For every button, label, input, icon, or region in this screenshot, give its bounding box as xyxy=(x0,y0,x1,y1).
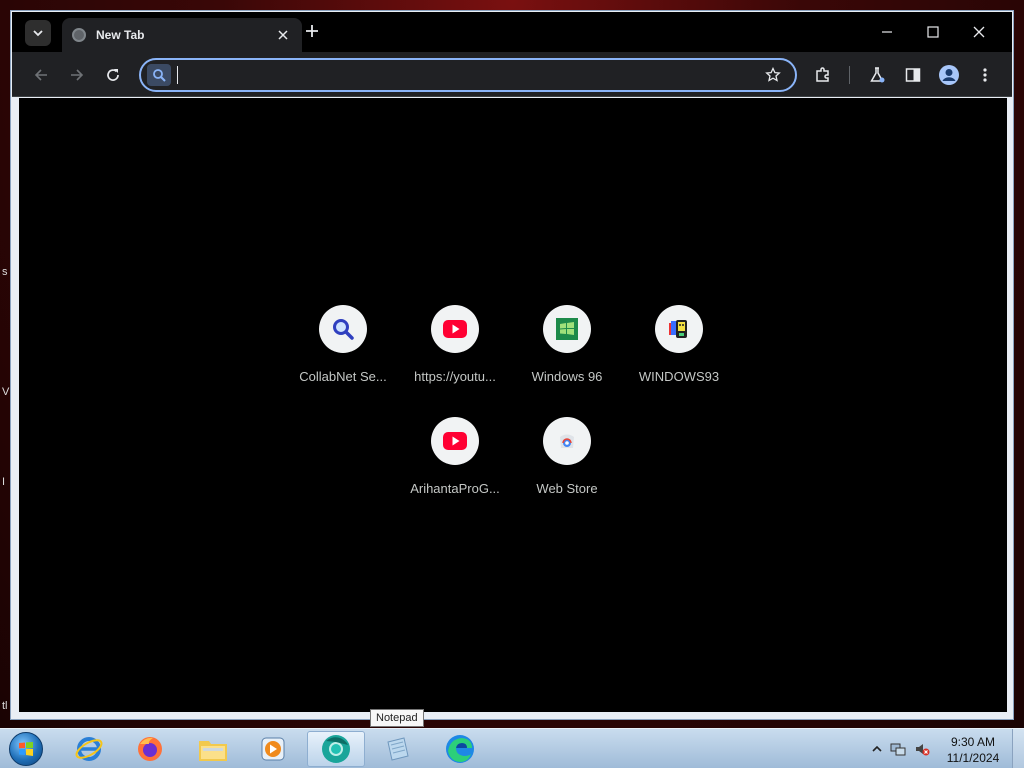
forward-button[interactable] xyxy=(64,62,90,88)
puzzle-icon xyxy=(816,67,829,82)
browser-toolbar xyxy=(12,52,1012,97)
windows-logo-icon xyxy=(9,732,43,766)
close-window-button[interactable] xyxy=(956,18,1002,46)
back-button[interactable] xyxy=(28,62,54,88)
shortcut-windows93[interactable]: WINDOWS93 xyxy=(623,303,735,403)
globe-icon xyxy=(72,28,86,42)
shortcut-tile xyxy=(319,305,367,353)
menu-button[interactable] xyxy=(972,62,998,88)
shortcut-label: ArihantaProG... xyxy=(410,481,500,496)
maximize-button[interactable] xyxy=(910,18,956,46)
clock-date: 11/1/2024 xyxy=(946,751,1000,765)
clock-time: 9:30 AM xyxy=(950,735,996,749)
text-cursor xyxy=(177,66,178,84)
star-icon xyxy=(765,67,781,82)
network-icon[interactable] xyxy=(890,741,906,757)
folder-icon xyxy=(199,741,227,761)
shortcut-label: WINDOWS93 xyxy=(638,369,720,384)
youtube-icon xyxy=(443,320,467,338)
avatar-icon xyxy=(939,65,959,85)
firefox-icon xyxy=(138,737,162,761)
new-tab-page: CollabNet Se... https://youtu... Windows… xyxy=(19,98,1007,712)
media-player-icon xyxy=(261,737,285,761)
shortcut-tile xyxy=(655,305,703,353)
minimize-icon xyxy=(882,31,892,33)
side-panel-button[interactable] xyxy=(900,62,926,88)
minimize-button[interactable] xyxy=(864,18,910,46)
shortcut-tile xyxy=(543,417,591,465)
shortcut-windows-96[interactable]: Windows 96 xyxy=(511,303,623,403)
taskbar-chrome-active[interactable] xyxy=(307,731,365,767)
desktop-edge-text: I xyxy=(2,476,6,488)
taskbar: 9:30 AM 11/1/2024 xyxy=(0,728,1024,768)
volume-muted-icon[interactable] xyxy=(914,741,930,757)
shortcut-tile xyxy=(431,417,479,465)
taskbar-edge[interactable] xyxy=(431,731,489,767)
tab-title: New Tab xyxy=(96,28,145,42)
toolbar-divider xyxy=(849,66,850,84)
taskbar-tooltip: Notepad xyxy=(370,709,424,727)
taskbar-notepad[interactable] xyxy=(368,731,426,767)
show-desktop-button[interactable] xyxy=(1012,729,1024,768)
taskbar-internet-explorer[interactable] xyxy=(60,731,118,767)
desktop-edge-text: tl xyxy=(2,700,8,712)
tab-new-tab[interactable]: New Tab xyxy=(62,18,302,52)
close-icon xyxy=(278,30,288,40)
address-bar[interactable] xyxy=(139,58,797,92)
desktop-edge-text: s xyxy=(2,266,8,278)
windows96-logo-icon xyxy=(556,318,578,340)
shortcut-label: https://youtu... xyxy=(414,369,496,384)
notepad-icon xyxy=(387,737,409,761)
desktop-edge-text: V xyxy=(2,386,10,398)
shortcut-arihantaprog[interactable]: ArihantaProG... xyxy=(399,415,511,515)
shortcut-web-store[interactable]: Web Store xyxy=(511,415,623,515)
browser-window: New Tab CollabNet Se... https://youtu...… xyxy=(10,10,1014,720)
kebab-menu-icon xyxy=(983,68,987,82)
arrow-left-icon xyxy=(34,69,47,81)
shortcut-youtube[interactable]: https://youtu... xyxy=(399,303,511,403)
reload-icon xyxy=(107,69,119,81)
labs-button[interactable] xyxy=(864,62,890,88)
profile-button[interactable] xyxy=(936,62,962,88)
side-panel-icon xyxy=(905,68,921,82)
taskbar-file-explorer[interactable] xyxy=(184,731,242,767)
show-hidden-icons-arrow[interactable] xyxy=(869,741,885,757)
arrow-right-icon xyxy=(71,69,84,81)
tab-strip: New Tab xyxy=(12,12,1012,52)
internet-explorer-icon xyxy=(75,737,103,761)
youtube-icon xyxy=(443,432,467,450)
edge-icon xyxy=(446,735,474,763)
shortcut-collabnet[interactable]: CollabNet Se... xyxy=(287,303,399,403)
shortcut-tile xyxy=(543,305,591,353)
close-icon xyxy=(973,26,985,38)
bookmark-star-button[interactable] xyxy=(763,65,783,85)
shortcut-tile xyxy=(431,305,479,353)
windows93-logo-icon xyxy=(669,320,687,338)
close-tab-button[interactable] xyxy=(274,27,292,43)
flask-icon xyxy=(870,67,885,83)
chevron-down-icon xyxy=(33,30,43,37)
reload-button[interactable] xyxy=(100,62,126,88)
plus-icon xyxy=(306,25,318,37)
shortcut-label: Web Store xyxy=(536,481,598,496)
extensions-button[interactable] xyxy=(810,62,836,88)
search-icon xyxy=(147,64,171,86)
magnifier-icon xyxy=(333,319,354,340)
taskbar-firefox[interactable] xyxy=(121,731,179,767)
tab-search-button[interactable] xyxy=(25,20,51,46)
maximize-icon xyxy=(927,26,939,38)
system-clock[interactable]: 9:30 AM 11/1/2024 xyxy=(938,734,1008,766)
shortcut-label: Windows 96 xyxy=(531,369,603,384)
browser-app-icon xyxy=(322,735,350,763)
shortcut-label: CollabNet Se... xyxy=(299,369,387,384)
address-input[interactable] xyxy=(175,64,755,86)
webstore-icon xyxy=(560,434,574,448)
start-button[interactable] xyxy=(6,730,46,768)
new-tab-button[interactable] xyxy=(301,22,323,44)
taskbar-media-player[interactable] xyxy=(244,731,302,767)
